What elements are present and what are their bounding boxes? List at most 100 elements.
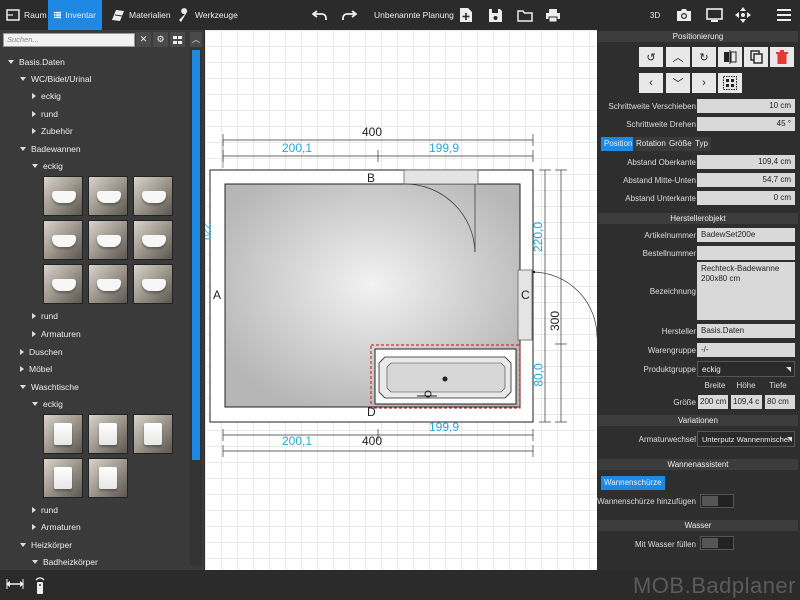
materialien-button[interactable]: Materialien xyxy=(105,0,177,30)
bezeichnung-field[interactable]: Rechteck-Badewanne 200x80 cm xyxy=(697,262,795,320)
print-button[interactable] xyxy=(541,4,565,26)
new-file-icon xyxy=(460,8,472,22)
measure-button[interactable] xyxy=(5,576,25,592)
view-3d-button[interactable]: 3D xyxy=(643,4,667,26)
menu-button[interactable] xyxy=(772,4,796,26)
tab-rotation[interactable]: Rotation xyxy=(633,137,669,151)
rotate-right-button[interactable]: ↻ xyxy=(692,47,716,67)
tree-wc-rund[interactable]: rund xyxy=(32,106,58,122)
washbasin-thumbnail[interactable] xyxy=(88,414,128,454)
bathtub-thumbnail[interactable] xyxy=(133,176,173,216)
floorplan-canvas[interactable]: 400 200,1 199,9 B A C D 200,1 400 199,9 … xyxy=(205,30,597,570)
collapse-arrow-icon xyxy=(32,507,36,513)
new-plan-button[interactable] xyxy=(454,4,478,26)
tree-heizkoerper[interactable]: Heizkörper xyxy=(20,537,72,553)
artikelnummer-field[interactable]: BadewSet200e xyxy=(697,228,795,242)
bathtub-thumbnail[interactable] xyxy=(88,220,128,260)
planning-title[interactable]: Unbenannte Planung xyxy=(368,0,460,30)
undo-button[interactable] xyxy=(308,4,332,26)
clear-search-button[interactable]: ✕ xyxy=(136,32,151,47)
bathtub-thumbnail[interactable] xyxy=(43,220,83,260)
artikelnummer-label: Artikelnummer xyxy=(644,231,696,240)
tree-waschtische[interactable]: Waschtische xyxy=(20,379,79,395)
tree-wc-zubehoer[interactable]: Zubehör xyxy=(32,123,73,139)
washbasin-thumbnail[interactable] xyxy=(88,458,128,498)
tree-basis-daten[interactable]: Basis.Daten xyxy=(8,54,65,70)
bathtub-thumbnail[interactable] xyxy=(43,264,83,304)
tree-bw-eckig[interactable]: eckig xyxy=(32,158,63,174)
search-input[interactable]: Suchen... xyxy=(3,33,135,47)
move-left-button[interactable]: ‹ xyxy=(639,73,663,93)
move-right-button[interactable]: › xyxy=(692,73,716,93)
dim-top-left: 200,1 xyxy=(282,141,313,155)
rotate-left-button[interactable]: ↺ xyxy=(639,47,663,67)
move-up-button[interactable]: ︿ xyxy=(666,47,690,67)
open-button[interactable] xyxy=(513,4,537,26)
tree-wt-armaturen[interactable]: Armaturen xyxy=(32,519,81,535)
tab-position[interactable]: Position xyxy=(601,137,636,151)
camera-button[interactable] xyxy=(672,4,696,26)
scrollbar-thumb[interactable] xyxy=(192,50,200,460)
raum-button[interactable]: Raum xyxy=(0,0,53,30)
armaturwechsel-dropdown[interactable]: Unterputz Wannenmischer xyxy=(697,431,795,447)
bathtub-thumbnail[interactable] xyxy=(43,176,83,216)
abstand-mitte-field[interactable]: 54,7 cm xyxy=(697,173,795,187)
wasser-toggle[interactable] xyxy=(700,536,734,550)
copy-button[interactable] xyxy=(744,47,768,67)
bathtub-thumbnail[interactable] xyxy=(88,176,128,216)
save-button[interactable] xyxy=(483,4,507,26)
washbasin-thumbnail[interactable] xyxy=(133,414,173,454)
remote-button[interactable] xyxy=(31,574,49,596)
screen-button[interactable] xyxy=(702,4,726,26)
abstand-oberkante-field[interactable]: 109,4 cm xyxy=(697,155,795,169)
collapse-arrow-icon xyxy=(20,349,24,355)
tree-bw-rund[interactable]: rund xyxy=(32,308,58,324)
floorplan-drawing[interactable] xyxy=(205,30,597,570)
tiefe-field[interactable]: 80 cm xyxy=(765,395,795,409)
tab-wannenschuerze[interactable]: Wannenschürze xyxy=(601,476,665,490)
tree-label: Duschen xyxy=(29,347,63,357)
wannenschuerze-toggle[interactable] xyxy=(700,494,734,508)
scroll-up-button[interactable]: ︿ xyxy=(190,32,202,47)
grid-view-button[interactable] xyxy=(170,32,185,47)
tree-duschen[interactable]: Duschen xyxy=(20,344,63,360)
bathtub-thumbnail[interactable] xyxy=(88,264,128,304)
tree-wc-eckig[interactable]: eckig xyxy=(32,88,61,104)
snap-grid-button[interactable] xyxy=(718,73,742,93)
redo-button[interactable] xyxy=(337,4,361,26)
tree-bw-armaturen[interactable]: Armaturen xyxy=(32,326,81,342)
tree-label: Heizkörper xyxy=(31,540,73,550)
breite-field[interactable]: 200 cm xyxy=(698,395,728,409)
hersteller-field[interactable]: Basis.Daten xyxy=(697,324,795,338)
collapse-arrow-icon xyxy=(32,111,36,117)
collapse-arrow-icon xyxy=(32,524,36,530)
tree-moebel[interactable]: Möbel xyxy=(20,361,52,377)
settings-button[interactable]: ⚙ xyxy=(153,32,168,47)
inventar-button[interactable]: Inventar xyxy=(48,0,102,30)
delete-button[interactable] xyxy=(770,47,794,67)
tree-wc[interactable]: WC/Bidet/Urinal xyxy=(20,71,91,87)
tree-wt-eckig[interactable]: eckig xyxy=(32,396,63,412)
bathtub-thumbnail[interactable] xyxy=(133,264,173,304)
tree-badewannen[interactable]: Badewannen xyxy=(20,141,81,157)
tree-wt-rund[interactable]: rund xyxy=(32,502,58,518)
armaturwechsel-label: Armaturwechsel xyxy=(638,435,696,444)
mirror-button[interactable] xyxy=(718,47,742,67)
hoehe-field[interactable]: 109,4 c xyxy=(731,395,762,409)
warengruppe-field[interactable]: -/- xyxy=(697,343,795,357)
abstand-unterkante-field[interactable]: 0 cm xyxy=(697,191,795,205)
produktgruppe-dropdown[interactable]: eckig xyxy=(697,361,795,377)
expand-arrow-icon xyxy=(32,164,38,168)
tree-badheizkoerper[interactable]: Badheizkörper xyxy=(32,554,98,570)
washbasin-thumbnail[interactable] xyxy=(43,414,83,454)
bathtub-thumbnail[interactable] xyxy=(133,220,173,260)
schrittweite-drehen-field[interactable]: 45 ° xyxy=(697,117,795,131)
tab-typ[interactable]: Typ xyxy=(692,137,711,151)
tab-groesse[interactable]: Größe xyxy=(666,137,695,151)
washbasin-thumbnail[interactable] xyxy=(43,458,83,498)
schrittweite-verschieben-field[interactable]: 10 cm xyxy=(697,99,795,113)
move-down-button[interactable]: ﹀ xyxy=(666,73,690,93)
move-view-button[interactable] xyxy=(731,4,755,26)
werkzeuge-button[interactable]: Werkzeuge xyxy=(171,0,244,30)
bestellnummer-field[interactable] xyxy=(697,246,795,260)
